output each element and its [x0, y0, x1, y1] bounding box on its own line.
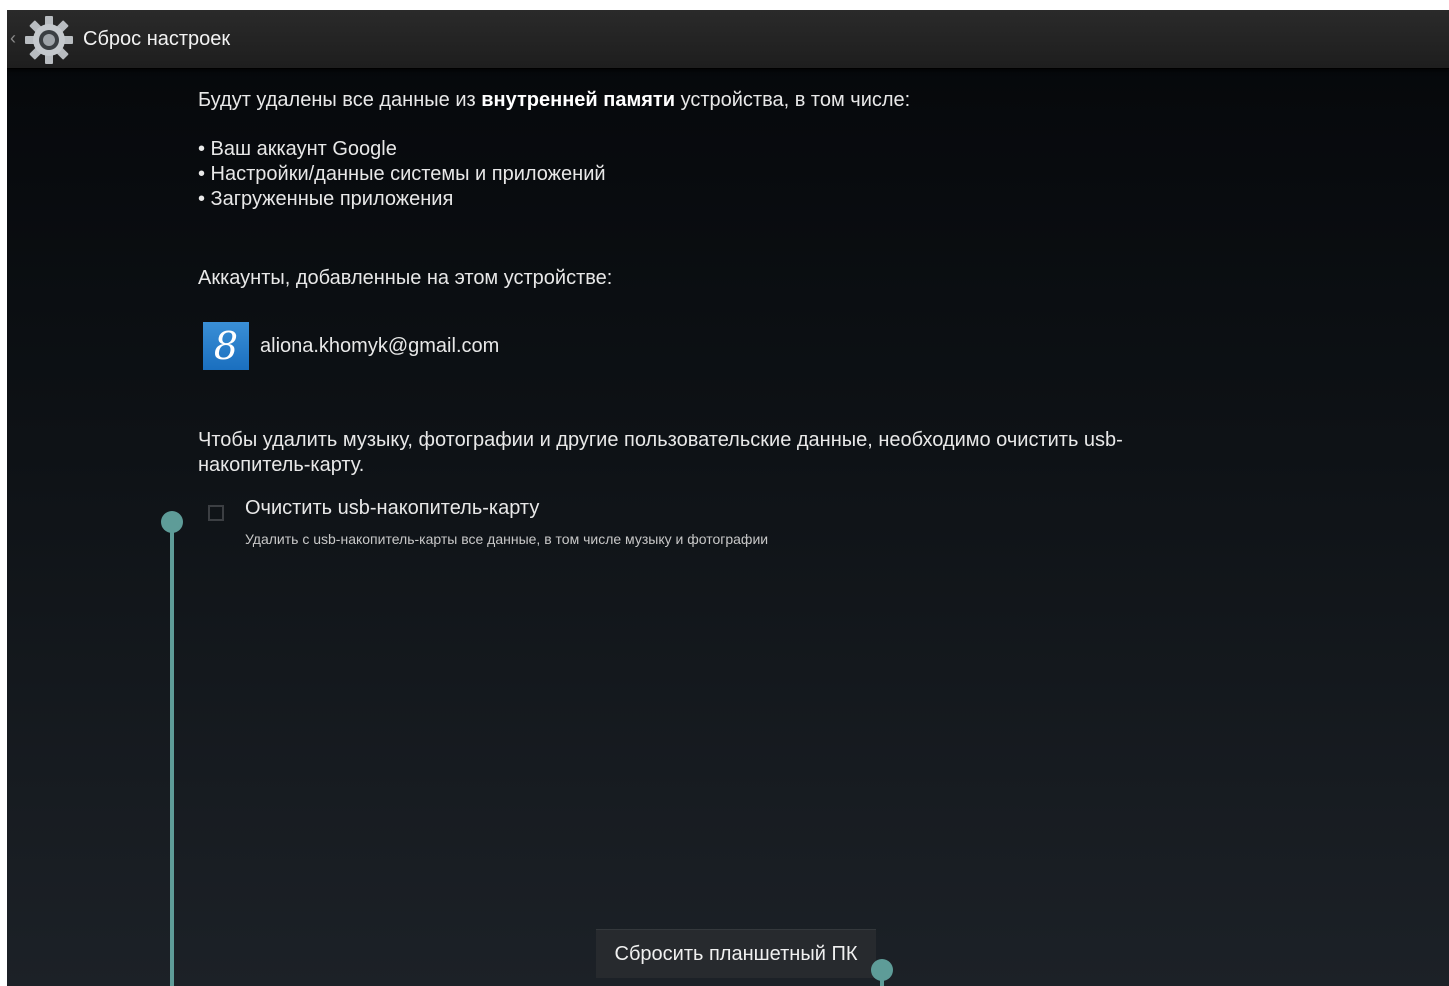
screen-title: Сброс настроек [83, 28, 231, 50]
action-bar: ‹ Сброс настроек [7, 10, 1449, 69]
intro-text-bold: внутренней памяти [481, 89, 676, 111]
google-icon-glyph: 8 [213, 324, 239, 368]
list-item: • Настройки/данные системы и приложений [198, 163, 606, 185]
erase-usb-checkbox[interactable] [208, 505, 224, 521]
data-list: • Ваш аккаунт Google • Настройки/данные … [198, 137, 606, 212]
list-item: • Ваш аккаунт Google [198, 138, 397, 160]
intro-text-start: Будут удалены все данные из [198, 89, 482, 111]
intro-text: Будут удалены все данные из внутренней п… [198, 88, 910, 113]
touch-point-dot [871, 959, 893, 981]
touch-point-dot [161, 511, 183, 533]
erase-usb-summary: Удалить с usb-накопитель-карты все данны… [245, 531, 769, 547]
settings-gear-icon[interactable] [23, 14, 75, 66]
list-item: • Загруженные приложения [198, 188, 454, 210]
reset-tablet-button[interactable]: Сбросить планшетный ПК [596, 929, 876, 978]
google-account-icon: 8 [203, 322, 249, 370]
intro-text-end: устройства, в том числе: [675, 89, 911, 111]
account-email: aliona.khomyk@gmail.com [260, 335, 500, 357]
erase-usb-title[interactable]: Очистить usb-накопитель-карту [245, 496, 539, 521]
touch-trace-line [170, 522, 174, 986]
back-chevron-icon[interactable]: ‹ [10, 27, 16, 49]
accounts-heading: Аккаунты, добавленные на этом устройстве… [198, 267, 613, 289]
reset-settings-screen: ‹ Сброс настроек Будут удалены все данны… [7, 10, 1449, 986]
usb-info-text: Чтобы удалить музыку, фотографии и други… [198, 429, 1123, 476]
